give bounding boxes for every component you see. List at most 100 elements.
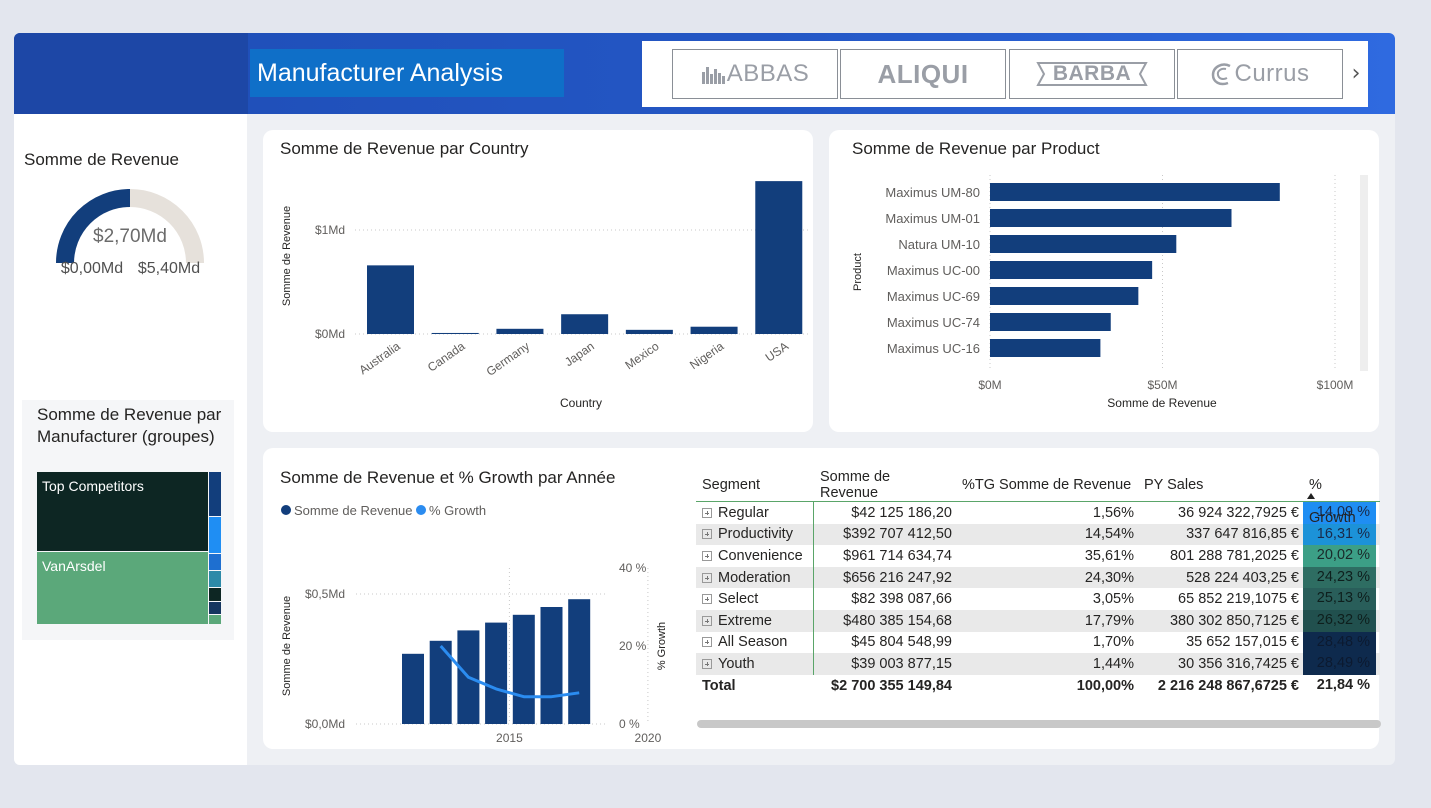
matrix-header-growth-label: % Growth [1309, 477, 1356, 526]
x-tick-label: USA [763, 339, 791, 365]
matrix-cell-pct: 1,56% [1092, 504, 1134, 521]
expand-plus-icon[interactable] [702, 594, 712, 605]
y-tick-label: $0Md [315, 327, 345, 341]
logo-barba-label: BARBA [1052, 62, 1132, 85]
bar-canada [431, 332, 479, 334]
matrix-cell-segment[interactable]: Productivity [696, 523, 814, 546]
segment-matrix: Segment Somme de Revenue %TG Somme de Re… [696, 469, 1380, 696]
matrix-row[interactable]: Select $82 398 087,66 3,05% 65 852 219,1075… [696, 588, 1380, 610]
treemap-tile-vanarsdel[interactable]: VanArsdel [37, 552, 208, 624]
matrix-cell-py: 35 652 157,015 € [1186, 634, 1299, 651]
treemap-tile-top-competitors[interactable]: Top Competitors [37, 472, 208, 551]
matrix-header-pct[interactable]: %TG Somme de Revenue [956, 477, 1138, 493]
matrix-cell-segment[interactable]: Extreme [696, 609, 814, 632]
matrix-cell-pct: 35,61% [1084, 547, 1134, 564]
manufacturer-logo-slicer: ABBAS ALIQUI BARBA Currus › [642, 41, 1368, 107]
treemap-tile[interactable] [209, 472, 221, 516]
x-tick-label: $0M [978, 378, 1001, 392]
matrix-cell-growth: 28,48 % [1303, 631, 1376, 654]
expand-plus-icon[interactable] [702, 637, 712, 648]
matrix-row[interactable]: Youth $39 003 877,15 1,44% 30 356 316,7425 … [696, 653, 1380, 675]
matrix-total-growth: 21,84 % [1316, 676, 1370, 693]
bar-product [990, 209, 1232, 227]
y2-axis-title: % Growth [656, 622, 668, 670]
matrix-header-segment[interactable]: Segment [696, 469, 814, 501]
header-bar: Manufacturer Analysis ABBAS ALIQUI BARBA [14, 33, 1395, 114]
matrix-cell-pct: 3,05% [1092, 591, 1134, 608]
matrix-row[interactable]: Productivity $392 707 412,50 14,54% 337 647… [696, 523, 1380, 546]
expand-plus-icon[interactable] [702, 529, 712, 540]
treemap-tile[interactable] [209, 602, 221, 614]
matrix-body: Regular $42 125 186,20 1,56% 36 924 322,792… [696, 502, 1380, 675]
expand-plus-icon[interactable] [702, 550, 712, 561]
segment-label: Select [718, 591, 759, 608]
matrix-cell-revenue: $392 707 412,50 [843, 526, 952, 543]
treemap-tile[interactable] [209, 554, 221, 570]
matrix-total-pct: 100,00% [1076, 677, 1134, 694]
logo-aliqui[interactable]: ALIQUI [840, 49, 1006, 99]
bar-germany [496, 328, 544, 334]
matrix-row[interactable]: All Season $45 804 548,99 1,70% 35 652 157,… [696, 631, 1380, 654]
page-title: Manufacturer Analysis [250, 49, 564, 97]
matrix-cell-growth: 25,13 % [1303, 588, 1376, 610]
bar-australia [367, 265, 414, 334]
matrix-row[interactable]: Regular $42 125 186,20 1,56% 36 924 322,792… [696, 502, 1380, 524]
matrix-cell-segment[interactable]: Regular [696, 502, 814, 524]
product-chart-card: Somme de Revenue par Product $0M $50M $100… [829, 130, 1379, 432]
chevron-right-icon[interactable]: › [1348, 61, 1364, 86]
expand-plus-icon[interactable] [702, 615, 712, 626]
matrix-cell-growth: 20,02 % [1303, 545, 1376, 567]
bar-product [990, 339, 1101, 357]
expand-plus-icon[interactable] [702, 507, 712, 518]
matrix-row[interactable]: Convenience $961 714 634,74 35,61% 801 288 … [696, 545, 1380, 567]
segment-label: Productivity [718, 526, 793, 543]
matrix-header-growth[interactable]: % Growth [1303, 469, 1376, 526]
x-tick-label: Japan [562, 339, 597, 369]
treemap-tile[interactable] [209, 517, 221, 553]
matrix-cell-growth: 24,23 % [1303, 566, 1376, 589]
country-chart-card: Somme de Revenue par Country $0Md $1Md Aus… [263, 130, 813, 432]
matrix-cell-segment[interactable]: Select [696, 588, 814, 610]
legend-marker [416, 505, 426, 515]
matrix-header-revenue[interactable]: Somme de Revenue [814, 469, 956, 501]
matrix-horizontal-scrollbar[interactable] [697, 720, 1381, 728]
matrix-total-py: 2 216 248 867,6725 € [1157, 677, 1299, 694]
logo-abbas[interactable]: ABBAS [672, 49, 838, 99]
matrix-cell-segment[interactable]: Convenience [696, 545, 814, 567]
matrix-cell-segment[interactable]: Youth [696, 653, 814, 675]
segment-label: Regular [718, 504, 769, 521]
matrix-cell-pct: 1,44% [1092, 655, 1134, 672]
matrix-cell-segment[interactable]: Moderation [696, 566, 814, 589]
matrix-total-label: Total [702, 677, 736, 694]
bar-product [990, 313, 1111, 331]
matrix-cell-revenue: $45 804 548,99 [851, 634, 952, 651]
y-tick-label: Natura UM-10 [898, 237, 980, 252]
logo-barba[interactable]: BARBA [1009, 49, 1175, 99]
gauge-chart: $2,70Md $0,00Md $5,40Md [56, 189, 204, 277]
expand-plus-icon[interactable] [702, 572, 712, 583]
gauge-min: $0,00Md [61, 260, 123, 277]
bar-year [568, 599, 591, 724]
logo-currus[interactable]: Currus [1177, 49, 1343, 99]
treemap-tile[interactable] [209, 571, 221, 587]
logo-abbas-label: ABBAS [726, 60, 810, 87]
matrix-header-py[interactable]: PY Sales [1138, 477, 1303, 493]
matrix-cell-segment[interactable]: All Season [696, 631, 814, 654]
matrix-header-row: Segment Somme de Revenue %TG Somme de Re… [696, 469, 1380, 526]
expand-plus-icon[interactable] [702, 658, 712, 669]
treemap-tile[interactable] [209, 588, 221, 601]
matrix-row[interactable]: Extreme $480 385 154,68 17,79% 380 302 850,… [696, 609, 1380, 632]
matrix-row[interactable]: Moderation $656 216 247,92 24,30% 528 224 4… [696, 566, 1380, 589]
y-tick-label: $0,0Md [305, 717, 345, 731]
x-tick-label: Nigeria [687, 339, 726, 372]
matrix-cell-pct: 17,79% [1084, 612, 1134, 629]
treemap-tile[interactable] [209, 615, 221, 624]
x-tick-label: Australia [356, 339, 403, 377]
x-tick-label: $50M [1147, 378, 1177, 392]
x-tick-label: Canada [425, 339, 468, 375]
segment-label: Convenience [718, 547, 803, 564]
matrix-cell-growth: 26,32 % [1303, 609, 1376, 632]
y-tick-label: Maximus UM-80 [885, 185, 980, 200]
treemap-title: Somme de Revenue par Manufacturer (group… [37, 405, 222, 446]
treemap-card: Somme de Revenue par Manufacturer (group… [22, 400, 234, 640]
